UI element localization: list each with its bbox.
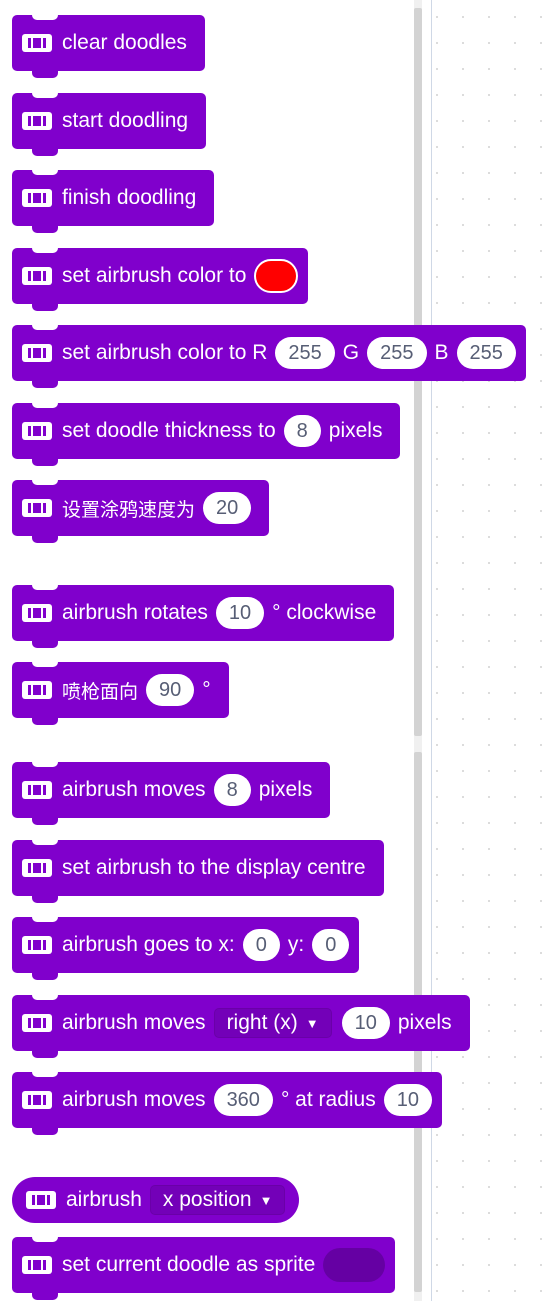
arc-angle-input[interactable]: 360 — [213, 1084, 273, 1116]
block-clear-doodles[interactable]: clear doodles — [12, 15, 205, 78]
block-label: start doodling — [62, 109, 189, 132]
dropdown-value: x position — [162, 1188, 252, 1211]
extension-display-icon — [22, 936, 52, 954]
block-label: airbrush goes to x: — [62, 933, 235, 956]
extension-display-icon — [22, 1014, 52, 1032]
extension-display-icon — [22, 1256, 52, 1274]
block-label: airbrush moves — [62, 1088, 206, 1111]
distance-input[interactable]: 10 — [341, 1007, 390, 1039]
blue-value-input[interactable]: 255 — [456, 337, 516, 369]
extension-display-icon — [22, 267, 52, 285]
block-label: airbrush moves — [62, 1011, 206, 1034]
steps-input[interactable]: 8 — [213, 774, 251, 806]
block-airbrush-moves-arc[interactable]: airbrush moves 360 ° at radius 10 — [12, 1072, 442, 1135]
block-airbrush-face-direction[interactable]: 喷枪面向 90 ° — [12, 662, 229, 725]
thickness-input[interactable]: 8 — [283, 415, 321, 447]
extension-display-icon — [26, 1191, 56, 1209]
extension-display-icon — [22, 344, 52, 362]
block-label: 喷枪面向 — [62, 680, 139, 703]
block-label: set current doodle as sprite — [62, 1253, 316, 1276]
block-airbrush-goto-xy[interactable]: airbrush goes to x: 0 y: 0 — [12, 917, 360, 980]
block-label-unit: ° — [202, 678, 211, 701]
extension-display-icon — [22, 34, 52, 52]
block-label: airbrush moves — [62, 778, 206, 801]
y-input[interactable]: 0 — [312, 929, 350, 961]
green-value-input[interactable]: 255 — [367, 337, 427, 369]
block-airbrush-position-reporter[interactable]: airbrush x position ▼ — [12, 1177, 300, 1223]
block-label: set airbrush to the display centre — [62, 856, 366, 879]
extension-display-icon — [22, 189, 52, 207]
direction-dropdown[interactable]: right (x) ▼ — [213, 1008, 332, 1038]
block-start-doodling[interactable]: start doodling — [12, 93, 207, 156]
block-finish-doodling[interactable]: finish doodling — [12, 170, 215, 233]
block-airbrush-to-centre[interactable]: set airbrush to the display centre — [12, 840, 384, 903]
block-label: 设置涂鸦速度为 — [62, 498, 196, 521]
block-label: set doodle thickness to — [62, 419, 276, 442]
block-label-unit: pixels — [258, 778, 313, 801]
extension-display-icon — [22, 422, 52, 440]
caret-down-icon: ▼ — [259, 1192, 273, 1208]
speed-input[interactable]: 20 — [203, 492, 252, 524]
block-set-doodle-speed[interactable]: 设置涂鸦速度为 20 — [12, 480, 270, 543]
block-label: set airbrush color to — [62, 264, 247, 287]
radius-input[interactable]: 10 — [383, 1084, 432, 1116]
block-airbrush-moves-direction[interactable]: airbrush moves right (x) ▼ 10 pixels — [12, 995, 470, 1058]
caret-down-icon: ▼ — [305, 1015, 319, 1031]
block-label-y: y: — [287, 933, 305, 956]
rotation-degrees-input[interactable]: 10 — [215, 597, 265, 629]
extension-display-icon — [22, 681, 52, 699]
direction-input[interactable]: 90 — [146, 674, 195, 706]
block-set-airbrush-color[interactable]: set airbrush color to — [12, 248, 309, 311]
extension-display-icon — [22, 499, 52, 517]
block-label: airbrush rotates — [62, 601, 208, 624]
color-picker-swatch[interactable] — [254, 259, 299, 293]
block-label-unit: ° clockwise — [272, 601, 377, 624]
block-label: clear doodles — [62, 31, 187, 54]
position-dropdown[interactable]: x position ▼ — [149, 1185, 286, 1215]
sprite-input-slot[interactable] — [323, 1248, 386, 1282]
block-label-unit: pixels — [397, 1011, 452, 1034]
block-label-b: B — [434, 341, 449, 364]
x-input[interactable]: 0 — [242, 929, 280, 961]
block-label-g: G — [342, 341, 360, 364]
extension-display-icon — [22, 781, 52, 799]
block-label: finish doodling — [62, 186, 197, 209]
block-label: airbrush — [66, 1188, 142, 1211]
block-label-radius: ° at radius — [280, 1088, 376, 1111]
red-value-input[interactable]: 255 — [275, 337, 335, 369]
block-airbrush-moves[interactable]: airbrush moves 8 pixels — [12, 762, 331, 825]
block-label: set airbrush color to R — [62, 341, 268, 364]
block-set-doodle-thickness[interactable]: set doodle thickness to 8 pixels — [12, 403, 401, 466]
block-airbrush-rotates[interactable]: airbrush rotates 10 ° clockwise — [12, 585, 395, 648]
extension-display-icon — [22, 604, 52, 622]
extension-display-icon — [22, 112, 52, 130]
extension-display-icon — [22, 859, 52, 877]
dropdown-value: right (x) — [226, 1011, 298, 1034]
block-set-doodle-as-sprite[interactable]: set current doodle as sprite — [12, 1237, 396, 1300]
block-set-airbrush-color-rgb[interactable]: set airbrush color to R 255 G 255 B 255 — [12, 325, 526, 388]
extension-display-icon — [22, 1091, 52, 1109]
block-label-unit: pixels — [328, 419, 383, 442]
